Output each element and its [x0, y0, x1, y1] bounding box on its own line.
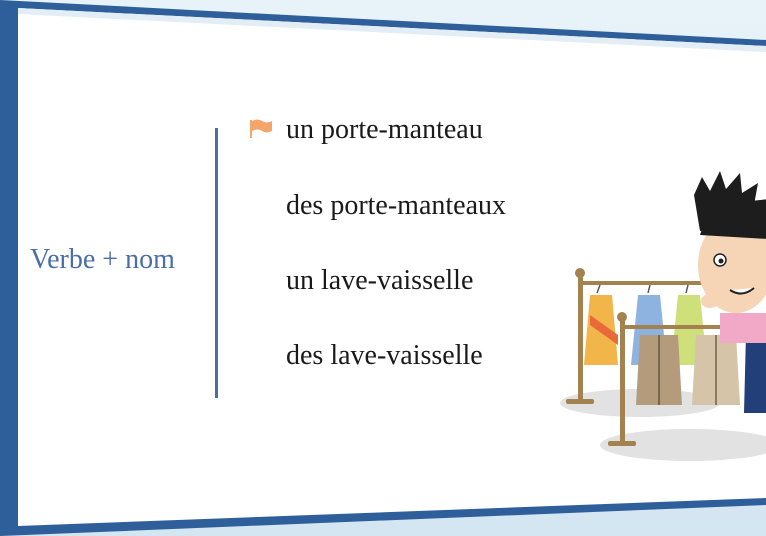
divider-line [215, 128, 218, 398]
word-item-1[interactable]: des porte-manteaux [286, 190, 506, 222]
category-label: Verbe + nom [30, 244, 175, 275]
word-item-3[interactable]: des lave-vaisselle [286, 340, 483, 372]
cartoon-character [694, 171, 766, 343]
word-item-0[interactable]: un porte-manteau [286, 114, 483, 146]
coat-1 [636, 335, 682, 405]
coat-2 [692, 335, 740, 405]
word-item-2[interactable]: un lave-vaisselle [286, 265, 473, 297]
dress-1 [584, 284, 618, 365]
slide-card: Verbe + nom un porte-manteau des porte-m… [0, 0, 766, 536]
clothes-rack-illustration [560, 165, 766, 465]
